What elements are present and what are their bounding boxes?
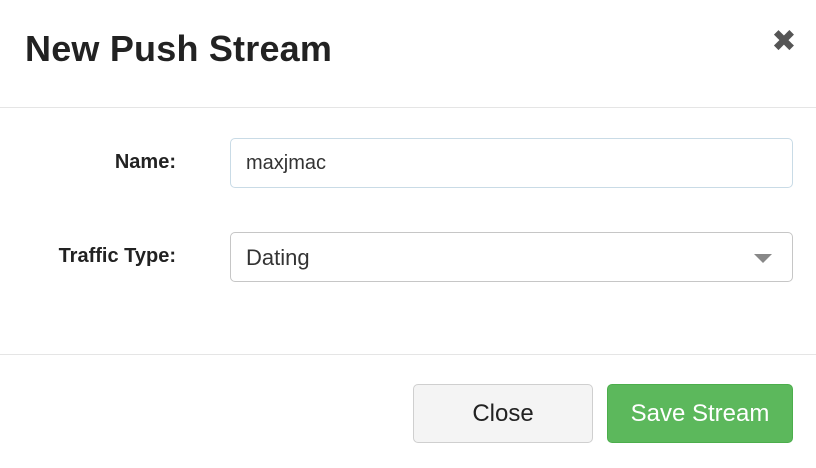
traffic-type-select[interactable]: Dating <box>230 232 793 282</box>
save-stream-button[interactable]: Save Stream <box>607 384 793 443</box>
dialog-title: New Push Stream <box>25 28 333 69</box>
traffic-type-selected-value: Dating <box>246 245 310 270</box>
name-input[interactable] <box>230 138 793 188</box>
name-label: Name: <box>114 151 176 173</box>
close-button[interactable]: Close <box>413 384 593 443</box>
chevron-down-icon <box>754 254 772 263</box>
dialog-footer: Close Save Stream <box>0 354 816 468</box>
traffic-type-label: Traffic Type: <box>58 245 176 267</box>
dialog-body: Name: Traffic Type: Dating <box>0 109 816 354</box>
new-push-stream-dialog: New Push Stream ✖ Name: Traffic Type: Da… <box>0 0 816 468</box>
dialog-header: New Push Stream ✖ <box>0 0 816 108</box>
close-icon[interactable]: ✖ <box>770 27 798 57</box>
